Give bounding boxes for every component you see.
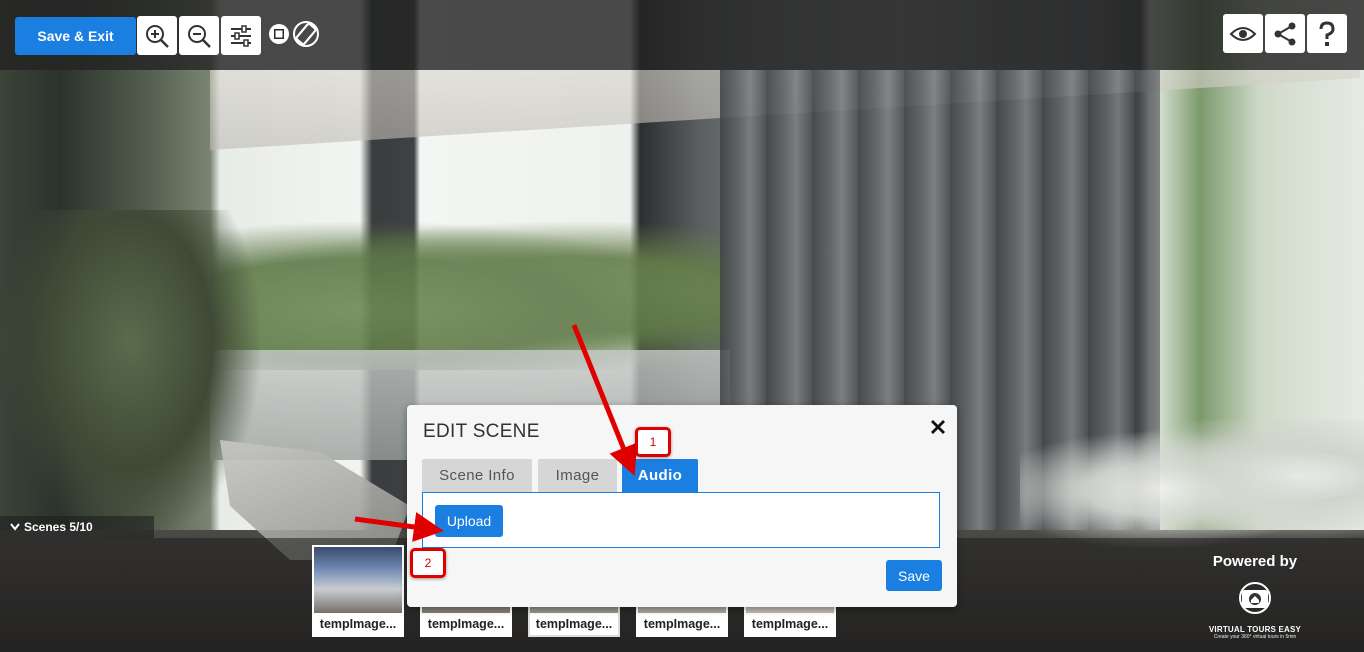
zoom-in-button[interactable]: [137, 16, 177, 55]
save-button[interactable]: Save: [886, 560, 942, 591]
stop-rotation-button[interactable]: [265, 20, 293, 48]
annotation-callout-2: 2: [410, 548, 446, 578]
tab-audio[interactable]: Audio: [622, 459, 698, 492]
trees: [210, 220, 730, 370]
powered-by: Powered by VIRTUAL TOURS EASY Create you…: [1190, 553, 1320, 640]
help-icon: [1319, 20, 1335, 46]
thumbnail-image: [314, 547, 402, 617]
annotation-callout-1: 1: [635, 427, 671, 457]
scene-thumbnail[interactable]: tempImage...: [312, 545, 404, 637]
share-button[interactable]: [1265, 14, 1305, 53]
potted-plant: [0, 210, 260, 540]
zoom-out-icon: [188, 24, 211, 48]
scenes-toggle[interactable]: Scenes 5/10: [0, 516, 154, 538]
audio-panel: Upload: [422, 492, 940, 548]
zoom-in-icon: [146, 24, 169, 48]
thumbnail-caption: tempImage...: [638, 613, 726, 635]
brand-tagline: Create your 360° virtual tours in 5min: [1213, 634, 1297, 640]
thumbnail-caption: tempImage...: [530, 613, 618, 635]
zoom-out-button[interactable]: [179, 16, 219, 55]
close-icon: [931, 420, 945, 434]
save-exit-button[interactable]: Save & Exit: [15, 17, 136, 55]
tab-scene-info[interactable]: Scene Info: [422, 459, 532, 492]
sliders-icon: [231, 24, 251, 47]
edit-scene-modal: EDIT SCENE Scene Info Image Audio Upload…: [407, 405, 957, 607]
brand-logo-icon: [1239, 582, 1271, 614]
thumbnail-caption: tempImage...: [314, 613, 402, 635]
stop-icon: [269, 24, 289, 44]
share-icon: [1274, 22, 1296, 45]
settings-button[interactable]: [221, 16, 261, 55]
modal-title: EDIT SCENE: [423, 421, 540, 442]
tab-image[interactable]: Image: [538, 459, 617, 492]
thumbnail-caption: tempImage...: [422, 613, 510, 635]
powered-by-label: Powered by: [1212, 553, 1298, 570]
scenes-label: Scenes 5/10: [24, 520, 93, 534]
top-toolbar: Save & Exit: [0, 0, 1364, 70]
eye-icon: [1229, 26, 1257, 41]
help-button[interactable]: [1307, 14, 1347, 53]
rotate-button[interactable]: [292, 20, 320, 48]
brand-name: VIRTUAL TOURS EASY: [1208, 625, 1302, 634]
close-button[interactable]: [928, 417, 948, 437]
chevron-down-icon: [10, 523, 20, 531]
rotate-icon: [293, 21, 319, 47]
thumbnail-caption: tempImage...: [746, 613, 834, 635]
preview-button[interactable]: [1223, 14, 1263, 53]
upload-button[interactable]: Upload: [435, 505, 503, 537]
